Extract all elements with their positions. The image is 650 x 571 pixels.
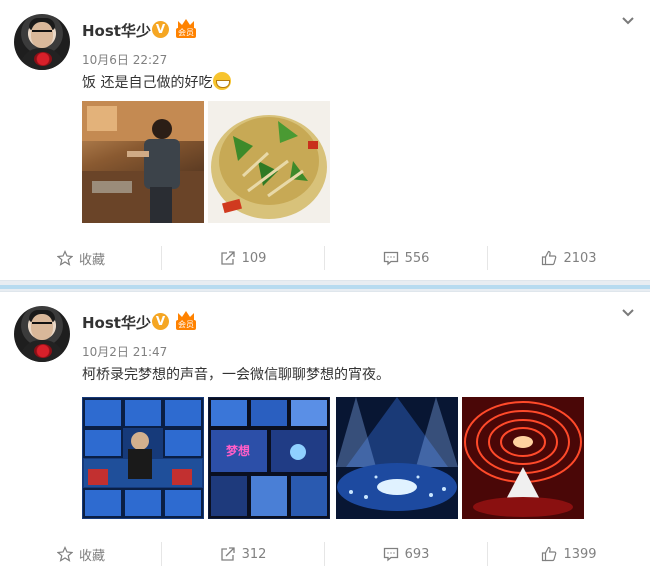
repost-button[interactable]: 109 [162,236,324,280]
thumbs-up-icon [541,250,557,266]
comment-icon [383,546,399,562]
comment-button[interactable]: 556 [325,236,487,280]
repost-icon [220,546,236,562]
member-crown-icon[interactable]: 会员 [176,311,196,330]
favorite-button[interactable]: 收藏 [0,532,162,571]
broadcast-screens-photo[interactable]: 梦想 [208,397,330,519]
post-text: 饭 还是自己做的好吃 [82,72,232,92]
avatar[interactable] [14,14,70,70]
verified-badge-icon: V [152,313,169,330]
star-icon [56,250,73,266]
thumbs-up-icon [541,546,557,562]
repost-button[interactable]: 312 [162,532,324,571]
weibo-post: Host华少 V 会员 10月2日 21:47 柯桥录完梦想的声音，一会微信聊聊… [0,292,650,571]
star-icon [56,546,73,562]
cooking-photo[interactable] [82,101,204,223]
svg-text:梦想: 梦想 [226,443,250,458]
stage-red-tunnel-photo[interactable] [462,397,584,519]
chevron-down-icon[interactable] [618,304,638,324]
post-timestamp[interactable]: 10月2日 21:47 [82,343,167,360]
avatar[interactable] [14,306,70,362]
verified-badge-icon: V [152,21,169,38]
weibo-post: Host华少 V 会员 10月6日 22:27 饭 还是自己做的好吃 收藏 10… [0,0,650,280]
grin-emoji [213,72,232,90]
chevron-down-icon[interactable] [618,12,638,32]
author-name[interactable]: Host华少 [82,20,151,41]
action-bar: 收藏 109 556 2103 [0,236,650,280]
action-bar: 收藏 312 693 1399 [0,532,650,571]
feed-divider [0,280,650,292]
tv-studio-monitors-photo[interactable] [82,397,204,519]
repost-icon [220,250,236,266]
favorite-button[interactable]: 收藏 [0,236,162,280]
post-timestamp[interactable]: 10月6日 22:27 [82,51,167,68]
fried-dish-photo[interactable] [208,101,330,223]
stage-lights-photo[interactable] [336,397,458,519]
member-crown-icon[interactable]: 会员 [176,19,196,38]
author-name[interactable]: Host华少 [82,312,151,333]
like-button[interactable]: 2103 [488,236,650,280]
comment-button[interactable]: 693 [325,532,487,571]
comment-icon [383,250,399,266]
post-text: 柯桥录完梦想的声音，一会微信聊聊梦想的宵夜。 [82,367,390,383]
like-button[interactable]: 1399 [488,532,650,571]
